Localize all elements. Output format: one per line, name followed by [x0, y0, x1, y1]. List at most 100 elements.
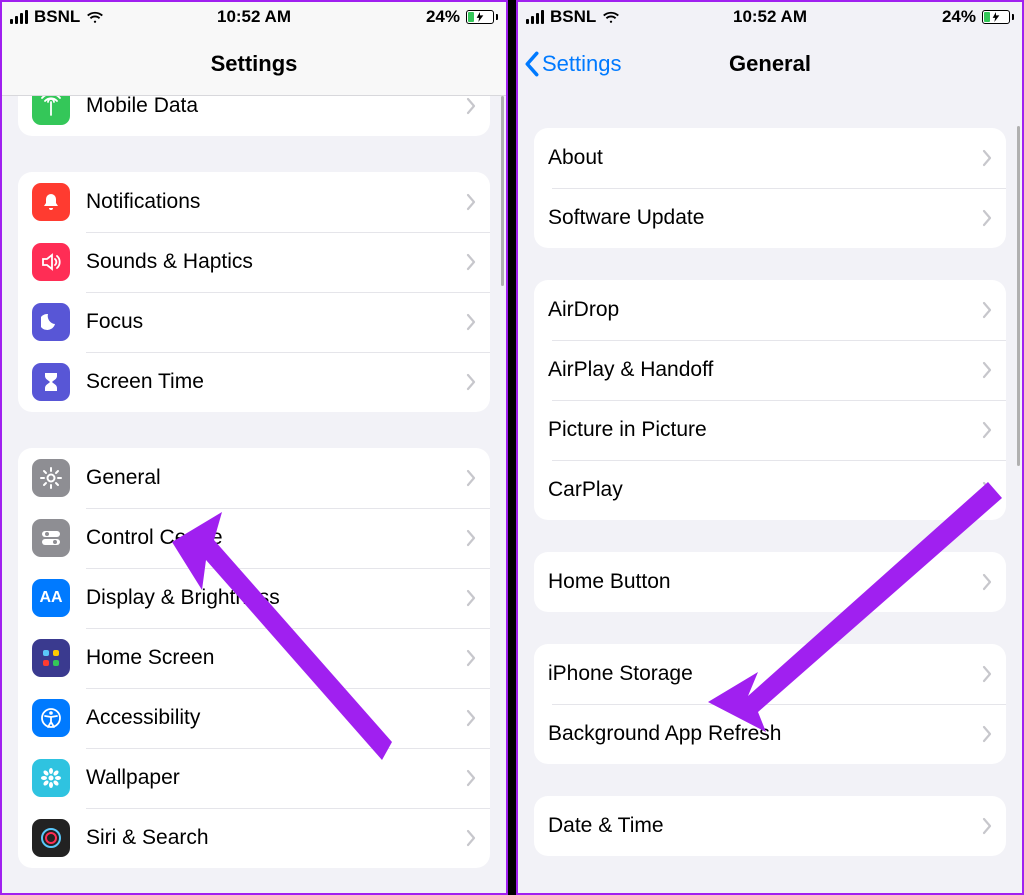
- carrier-label: BSNL: [550, 7, 596, 27]
- row-screen-time[interactable]: Screen Time: [18, 352, 490, 412]
- row-carplay[interactable]: CarPlay: [534, 460, 1006, 520]
- grid-icon: [32, 639, 70, 677]
- group-date-time: Date & Time: [534, 796, 1006, 856]
- group-network: Bluetooth Off Mobile Data: [18, 96, 490, 136]
- status-bar: BSNL 10:52 AM 24%: [518, 2, 1022, 32]
- chevron-right-icon: [466, 253, 476, 271]
- bell-icon: [32, 183, 70, 221]
- group-general: General Control Centre AA Display & Brig…: [18, 448, 490, 868]
- wifi-icon: [602, 10, 620, 24]
- row-label: Background App Refresh: [548, 722, 982, 746]
- chevron-right-icon: [982, 725, 992, 743]
- row-siri[interactable]: Siri & Search: [18, 808, 490, 868]
- toggles-icon: [32, 519, 70, 557]
- chevron-right-icon: [466, 373, 476, 391]
- row-about[interactable]: About: [534, 128, 1006, 188]
- moon-icon: [32, 303, 70, 341]
- status-left: BSNL: [526, 7, 656, 27]
- row-display[interactable]: AA Display & Brightness: [18, 568, 490, 628]
- page-title: Settings: [211, 51, 298, 77]
- row-home-button[interactable]: Home Button: [534, 552, 1006, 612]
- status-right: 24%: [368, 7, 498, 27]
- row-label: CarPlay: [548, 478, 982, 502]
- row-label: Notifications: [86, 190, 466, 214]
- row-software-update[interactable]: Software Update: [534, 188, 1006, 248]
- group-about: About Software Update: [534, 128, 1006, 248]
- row-label: iPhone Storage: [548, 662, 982, 686]
- signal-icon: [526, 10, 544, 24]
- row-airplay[interactable]: AirPlay & Handoff: [534, 340, 1006, 400]
- row-airdrop[interactable]: AirDrop: [534, 280, 1006, 340]
- row-label: Accessibility: [86, 706, 466, 730]
- row-label: General: [86, 466, 466, 490]
- nav-bar: Settings General: [518, 32, 1022, 96]
- row-label: Focus: [86, 310, 466, 334]
- aa-icon: AA: [32, 579, 70, 617]
- flower-icon: [32, 759, 70, 797]
- row-accessibility[interactable]: Accessibility: [18, 688, 490, 748]
- speaker-icon: [32, 243, 70, 281]
- chevron-right-icon: [466, 589, 476, 607]
- row-label: Home Screen: [86, 646, 466, 670]
- group-notifications: Notifications Sounds & Haptics Focus: [18, 172, 490, 412]
- page-title: General: [729, 51, 811, 77]
- chevron-right-icon: [982, 573, 992, 591]
- row-wallpaper[interactable]: Wallpaper: [18, 748, 490, 808]
- status-right: 24%: [884, 7, 1014, 27]
- row-label: Sounds & Haptics: [86, 250, 466, 274]
- battery-icon: [982, 10, 1014, 24]
- chevron-left-icon: [524, 51, 540, 77]
- chevron-right-icon: [982, 421, 992, 439]
- settings-scroll[interactable]: Bluetooth Off Mobile Data N: [2, 96, 506, 893]
- status-left: BSNL: [10, 7, 140, 27]
- group-storage: iPhone Storage Background App Refresh: [534, 644, 1006, 764]
- chevron-right-icon: [466, 313, 476, 331]
- row-label: Software Update: [548, 206, 982, 230]
- row-general[interactable]: General: [18, 448, 490, 508]
- row-control-centre[interactable]: Control Centre: [18, 508, 490, 568]
- phone-settings: BSNL 10:52 AM 24% Settings: [0, 0, 508, 895]
- group-airdrop: AirDrop AirPlay & Handoff Picture in Pic…: [534, 280, 1006, 520]
- row-pip[interactable]: Picture in Picture: [534, 400, 1006, 460]
- row-focus[interactable]: Focus: [18, 292, 490, 352]
- row-bg-refresh[interactable]: Background App Refresh: [534, 704, 1006, 764]
- row-label: Display & Brightness: [86, 586, 466, 610]
- row-label: About: [548, 146, 982, 170]
- siri-icon: [32, 819, 70, 857]
- chevron-right-icon: [982, 481, 992, 499]
- chevron-right-icon: [466, 193, 476, 211]
- row-notifications[interactable]: Notifications: [18, 172, 490, 232]
- row-date-time[interactable]: Date & Time: [534, 796, 1006, 856]
- chevron-right-icon: [466, 97, 476, 115]
- row-label: Siri & Search: [86, 826, 466, 850]
- chevron-right-icon: [466, 709, 476, 727]
- phone-general: BSNL 10:52 AM 24% Settings General Abou: [516, 0, 1024, 895]
- row-label: Control Centre: [86, 526, 466, 550]
- row-label: Wallpaper: [86, 766, 466, 790]
- chevron-right-icon: [982, 817, 992, 835]
- group-home-button: Home Button: [534, 552, 1006, 612]
- status-bar: BSNL 10:52 AM 24%: [2, 2, 506, 32]
- chevron-right-icon: [466, 469, 476, 487]
- back-label: Settings: [542, 51, 622, 77]
- row-sounds[interactable]: Sounds & Haptics: [18, 232, 490, 292]
- carrier-label: BSNL: [34, 7, 80, 27]
- battery-icon: [466, 10, 498, 24]
- general-scroll[interactable]: About Software Update AirDrop AirPlay & …: [518, 96, 1022, 893]
- back-button[interactable]: Settings: [524, 32, 622, 96]
- chevron-right-icon: [982, 361, 992, 379]
- row-mobile-data[interactable]: Mobile Data: [18, 96, 490, 136]
- chevron-right-icon: [466, 769, 476, 787]
- battery-pct-label: 24%: [426, 7, 460, 27]
- chevron-right-icon: [982, 301, 992, 319]
- row-label: AirPlay & Handoff: [548, 358, 982, 382]
- chevron-right-icon: [982, 209, 992, 227]
- gear-icon: [32, 459, 70, 497]
- signal-icon: [10, 10, 28, 24]
- row-label: Picture in Picture: [548, 418, 982, 442]
- row-label: Home Button: [548, 570, 982, 594]
- row-home-screen[interactable]: Home Screen: [18, 628, 490, 688]
- row-iphone-storage[interactable]: iPhone Storage: [534, 644, 1006, 704]
- battery-pct-label: 24%: [942, 7, 976, 27]
- nav-bar: Settings: [2, 32, 506, 96]
